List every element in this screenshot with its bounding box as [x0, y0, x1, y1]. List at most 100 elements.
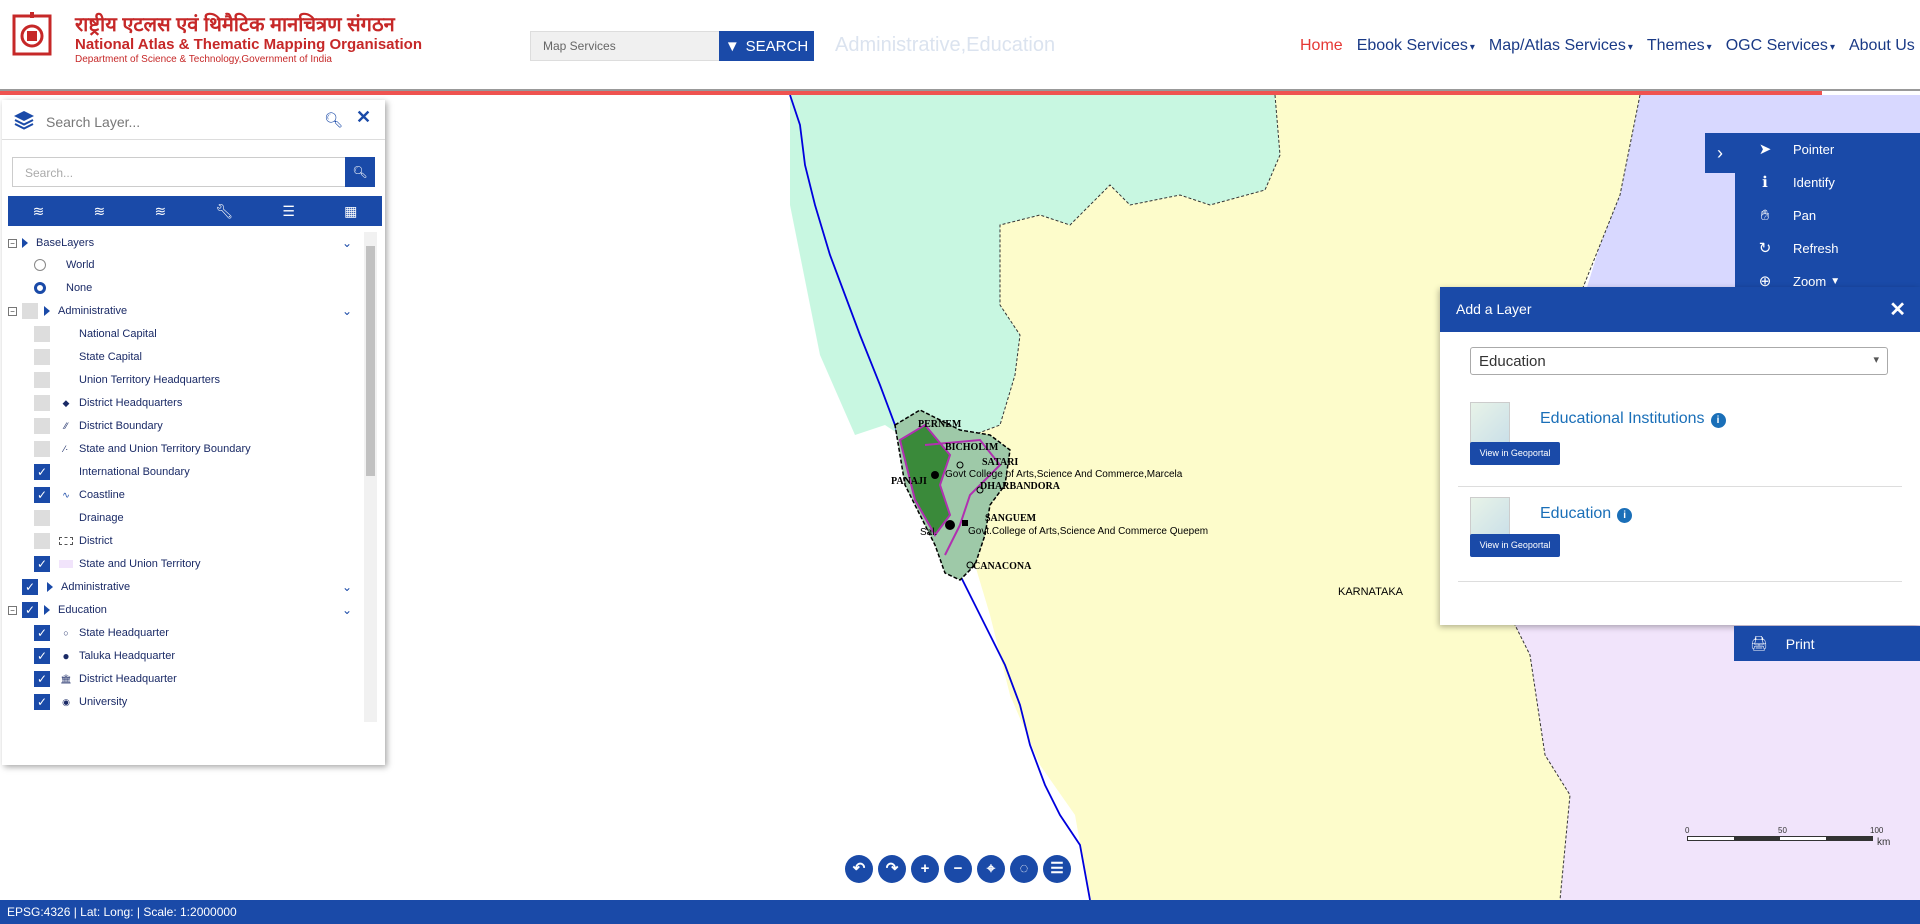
tree-group-administrative-2[interactable]: ✓ Administrative ⌄: [22, 576, 364, 598]
chevron-down-icon[interactable]: ⌄: [342, 236, 352, 250]
tree-layer[interactable]: ✓ 🏛︎ District Headquarter: [34, 668, 177, 690]
layer-order-icon[interactable]: ≋: [154, 203, 166, 220]
layer-item-name[interactable]: Educational Institutions i: [1540, 410, 1726, 428]
tree-radio-world[interactable]: World: [34, 254, 95, 276]
layer-filter-input[interactable]: Search...: [12, 157, 346, 187]
tree-layer[interactable]: National Capital: [34, 323, 157, 345]
org-name-hindi: राष्ट्रीय एटलस एवं थिमैटिक मानचित्रण संग…: [75, 14, 395, 36]
nav-ogc-services[interactable]: OGC Services: [1726, 37, 1835, 55]
remove-layers-icon[interactable]: ≋: [94, 203, 106, 220]
checkbox[interactable]: [34, 441, 50, 457]
chevron-down-icon[interactable]: ⌄: [342, 580, 352, 594]
label-satari: SATARI: [982, 457, 1018, 468]
view-in-geoportal-button[interactable]: View in Geoportal: [1470, 442, 1560, 465]
legend-icon[interactable]: ☰: [282, 203, 295, 220]
locate-icon[interactable]: ⌖: [977, 855, 1005, 883]
checkbox[interactable]: [22, 303, 38, 319]
collapse-icon[interactable]: −: [8, 605, 17, 615]
tool-identify[interactable]: ℹ Identify: [1755, 170, 1835, 194]
undo-icon[interactable]: ↶: [845, 855, 873, 883]
tree-group-baselayers[interactable]: − BaseLayers ⌄: [8, 232, 364, 254]
tree-layer[interactable]: State Capital: [34, 346, 142, 368]
radio-button[interactable]: [34, 282, 46, 294]
info-icon[interactable]: i: [1617, 508, 1633, 523]
checkbox[interactable]: [34, 326, 50, 342]
tool-pointer[interactable]: ➤ Pointer: [1755, 137, 1835, 161]
checkbox[interactable]: [34, 533, 50, 549]
checkbox[interactable]: [34, 395, 50, 411]
tree-label: National Capital: [79, 328, 157, 340]
tool-refresh[interactable]: ↻ Refresh: [1755, 236, 1839, 260]
tree-radio-none[interactable]: None: [34, 277, 92, 299]
tree-layer[interactable]: Drainage: [34, 507, 124, 529]
search-icon[interactable]: 🔍︎: [324, 111, 343, 129]
close-icon[interactable]: ✕: [1889, 297, 1906, 322]
collapse-icon[interactable]: −: [8, 306, 17, 316]
radio-button[interactable]: [34, 259, 46, 271]
checkbox-checked[interactable]: ✓: [34, 625, 50, 641]
zoom-out-icon[interactable]: −: [944, 855, 972, 883]
list-icon[interactable]: ☰: [1043, 855, 1071, 883]
print-button[interactable]: 🖨︎ Print: [1734, 626, 1920, 661]
tree-group-education[interactable]: − ✓ Education ⌄: [8, 599, 364, 621]
tree-layer[interactable]: ✓ ∿ Coastline: [34, 484, 125, 506]
tree-layer[interactable]: ◆ District Headquarters: [34, 392, 182, 414]
nav-home[interactable]: Home: [1300, 37, 1343, 55]
close-icon[interactable]: ✕: [356, 107, 371, 128]
layer-tree-scrollbar[interactable]: [364, 232, 377, 722]
tree-group-administrative[interactable]: − Administrative ⌄: [8, 300, 364, 322]
add-layers-icon[interactable]: ≋: [33, 203, 45, 220]
collapse-icon[interactable]: −: [8, 238, 17, 248]
chevron-down-icon[interactable]: ⌄: [342, 304, 352, 318]
chevron-right-icon[interactable]: ›: [1705, 133, 1735, 173]
layer-symbol: [59, 351, 73, 363]
map-services-search-input[interactable]: Map Services: [530, 31, 720, 61]
nav-themes[interactable]: Themes: [1647, 37, 1712, 55]
layer-search-input[interactable]: Search Layer...: [46, 114, 140, 130]
map-marker[interactable]: [945, 520, 955, 530]
tree-layer[interactable]: ⁄· State and Union Territory Boundary: [34, 438, 251, 460]
tree-layer[interactable]: ✓ International Boundary: [34, 461, 190, 483]
label-bicholim: BICHOLIM: [945, 442, 999, 453]
tree-layer[interactable]: Union Territory Headquarters: [34, 369, 220, 391]
wrench-icon[interactable]: 🔧︎: [215, 203, 233, 220]
view-in-geoportal-button[interactable]: View in Geoportal: [1470, 534, 1560, 557]
checkbox-checked[interactable]: ✓: [34, 487, 50, 503]
print-label: Print: [1785, 635, 1815, 652]
scrollbar-thumb[interactable]: [366, 246, 375, 476]
chevron-down-icon[interactable]: ⌄: [342, 603, 352, 617]
checkbox[interactable]: [34, 349, 50, 365]
checkbox-checked[interactable]: ✓: [22, 602, 38, 618]
redo-icon[interactable]: ↷: [878, 855, 906, 883]
layer-item-name[interactable]: Education i: [1540, 505, 1633, 523]
checkbox[interactable]: [34, 418, 50, 434]
tree-layer[interactable]: ✓ ◉ University: [34, 691, 127, 713]
tree-layer[interactable]: ⁄⁄ District Boundary: [34, 415, 163, 437]
grid-icon[interactable]: ▦: [344, 203, 357, 220]
nav-ebook-services[interactable]: Ebook Services: [1357, 37, 1475, 55]
nav-map-atlas-services[interactable]: Map/Atlas Services: [1489, 37, 1633, 55]
wave-line-symbol-icon: ∿: [62, 489, 70, 500]
map-marker[interactable]: [931, 471, 939, 479]
hide-icon[interactable]: ◌: [1010, 855, 1038, 883]
tree-layer[interactable]: District: [34, 530, 113, 552]
checkbox-checked[interactable]: ✓: [34, 556, 50, 572]
checkbox[interactable]: [34, 510, 50, 526]
checkbox[interactable]: [34, 372, 50, 388]
search-icon: 🔍︎: [352, 165, 368, 179]
checkbox-checked[interactable]: ✓: [34, 464, 50, 480]
layer-filter-search-button[interactable]: 🔍︎: [345, 157, 375, 187]
tool-pan[interactable]: ✋︎ Pan: [1755, 203, 1816, 227]
zoom-in-icon[interactable]: +: [911, 855, 939, 883]
tree-layer[interactable]: ✓ State and Union Territory: [34, 553, 200, 575]
tree-layer[interactable]: ✓ ○ State Headquarter: [34, 622, 169, 644]
checkbox-checked[interactable]: ✓: [22, 579, 38, 595]
nav-about-us[interactable]: About Us: [1849, 37, 1917, 55]
layer-category-select[interactable]: Education: [1470, 347, 1888, 375]
search-button[interactable]: ▼ SEARCH: [719, 31, 814, 61]
info-icon[interactable]: i: [1710, 413, 1726, 428]
checkbox-checked[interactable]: ✓: [34, 671, 50, 687]
checkbox-checked[interactable]: ✓: [34, 694, 50, 710]
tree-layer[interactable]: ✓ ● Taluka Headquarter: [34, 645, 175, 667]
checkbox-checked[interactable]: ✓: [34, 648, 50, 664]
